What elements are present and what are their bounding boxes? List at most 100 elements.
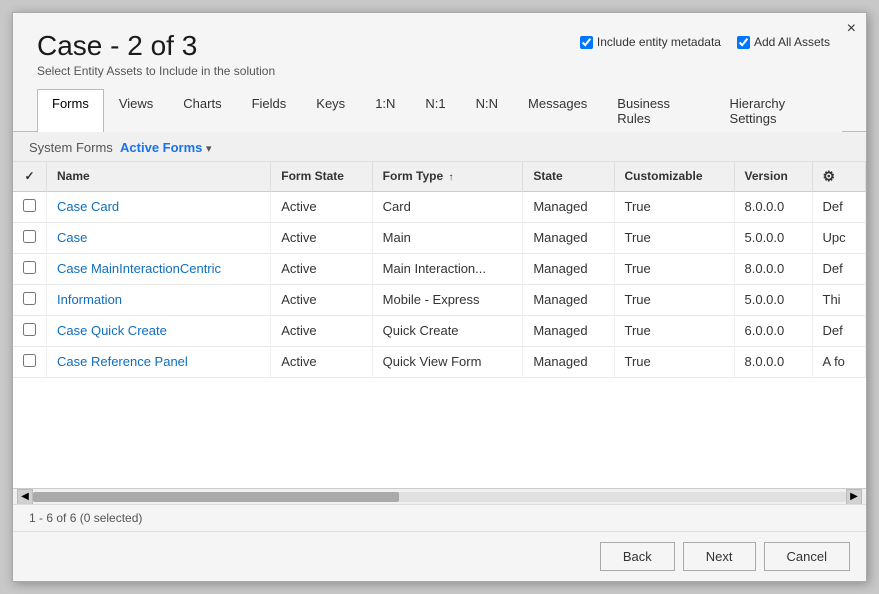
dialog-options: Include entity metadata Add All Assets bbox=[580, 35, 830, 49]
tab-bar: Forms Views Charts Fields Keys 1:N N:1 N… bbox=[13, 88, 866, 132]
row-name[interactable]: Case Quick Create bbox=[47, 315, 271, 346]
row-extra: A fo bbox=[812, 346, 866, 377]
tab-fields[interactable]: Fields bbox=[237, 89, 302, 132]
row-form-type: Quick View Form bbox=[372, 346, 523, 377]
next-button[interactable]: Next bbox=[683, 542, 756, 571]
scroll-left-button[interactable]: ◀ bbox=[17, 489, 33, 505]
col-check: ✓ bbox=[13, 162, 47, 192]
table-row: Case Card Active Card Managed True 8.0.0… bbox=[13, 191, 866, 222]
row-checkbox-cell[interactable] bbox=[13, 222, 47, 253]
table-row: Case Quick Create Active Quick Create Ma… bbox=[13, 315, 866, 346]
forms-table: ✓ Name Form State Form Type ↑ State Cust… bbox=[13, 162, 866, 378]
col-customizable[interactable]: Customizable bbox=[614, 162, 734, 192]
col-version[interactable]: Version bbox=[734, 162, 812, 192]
filter-dropdown-arrow[interactable]: ▾ bbox=[206, 143, 212, 155]
row-version: 6.0.0.0 bbox=[734, 315, 812, 346]
table-header-row: ✓ Name Form State Form Type ↑ State Cust… bbox=[13, 162, 866, 192]
tab-views[interactable]: Views bbox=[104, 89, 168, 132]
col-settings[interactable]: ⚙ bbox=[812, 162, 866, 192]
content-area: System Forms Active Forms ▾ ✓ Name Form … bbox=[13, 132, 866, 531]
include-metadata-label: Include entity metadata bbox=[597, 35, 721, 49]
row-checkbox[interactable] bbox=[23, 292, 36, 305]
table-row: Case Reference Panel Active Quick View F… bbox=[13, 346, 866, 377]
row-customizable: True bbox=[614, 346, 734, 377]
row-state: Managed bbox=[523, 253, 614, 284]
row-extra: Thi bbox=[812, 284, 866, 315]
tab-forms[interactable]: Forms bbox=[37, 89, 104, 132]
include-metadata-option[interactable]: Include entity metadata bbox=[580, 35, 721, 49]
row-form-type: Main bbox=[372, 222, 523, 253]
row-version: 8.0.0.0 bbox=[734, 191, 812, 222]
table-row: Case MainInteractionCentric Active Main … bbox=[13, 253, 866, 284]
row-customizable: True bbox=[614, 222, 734, 253]
tab-charts[interactable]: Charts bbox=[168, 89, 236, 132]
tab-hierarchy-settings[interactable]: Hierarchy Settings bbox=[715, 89, 842, 132]
row-customizable: True bbox=[614, 284, 734, 315]
row-form-type: Main Interaction... bbox=[372, 253, 523, 284]
row-state: Managed bbox=[523, 191, 614, 222]
row-name[interactable]: Case Reference Panel bbox=[47, 346, 271, 377]
cancel-button[interactable]: Cancel bbox=[764, 542, 850, 571]
row-form-type: Mobile - Express bbox=[372, 284, 523, 315]
horizontal-scrollbar: ◀ ▶ bbox=[13, 488, 866, 504]
add-all-assets-option[interactable]: Add All Assets bbox=[737, 35, 830, 49]
row-form-state: Active bbox=[271, 284, 372, 315]
col-state[interactable]: State bbox=[523, 162, 614, 192]
dialog-header: Case - 2 of 3 Select Entity Assets to In… bbox=[13, 13, 866, 88]
tab-keys[interactable]: Keys bbox=[301, 89, 360, 132]
row-name[interactable]: Case Card bbox=[47, 191, 271, 222]
main-dialog: × Case - 2 of 3 Select Entity Assets to … bbox=[12, 12, 867, 582]
row-form-state: Active bbox=[271, 346, 372, 377]
table-row: Information Active Mobile - Express Mana… bbox=[13, 284, 866, 315]
row-name[interactable]: Case bbox=[47, 222, 271, 253]
row-state: Managed bbox=[523, 222, 614, 253]
tab-messages[interactable]: Messages bbox=[513, 89, 602, 132]
row-version: 5.0.0.0 bbox=[734, 284, 812, 315]
row-extra: Def bbox=[812, 253, 866, 284]
row-version: 8.0.0.0 bbox=[734, 346, 812, 377]
row-form-type: Card bbox=[372, 191, 523, 222]
row-state: Managed bbox=[523, 284, 614, 315]
close-button[interactable]: × bbox=[847, 21, 856, 37]
col-form-state[interactable]: Form State bbox=[271, 162, 372, 192]
row-name[interactable]: Case MainInteractionCentric bbox=[47, 253, 271, 284]
tab-business-rules[interactable]: Business Rules bbox=[602, 89, 714, 132]
table-container: ✓ Name Form State Form Type ↑ State Cust… bbox=[13, 162, 866, 488]
row-checkbox-cell[interactable] bbox=[13, 253, 47, 284]
row-form-state: Active bbox=[271, 191, 372, 222]
row-checkbox-cell[interactable] bbox=[13, 284, 47, 315]
row-state: Managed bbox=[523, 315, 614, 346]
col-form-type[interactable]: Form Type ↑ bbox=[372, 162, 523, 192]
row-customizable: True bbox=[614, 315, 734, 346]
row-extra: Def bbox=[812, 315, 866, 346]
scroll-thumb[interactable] bbox=[33, 492, 399, 502]
row-checkbox[interactable] bbox=[23, 323, 36, 336]
row-name[interactable]: Information bbox=[47, 284, 271, 315]
row-checkbox[interactable] bbox=[23, 261, 36, 274]
back-button[interactable]: Back bbox=[600, 542, 675, 571]
add-all-assets-label: Add All Assets bbox=[754, 35, 830, 49]
tab-1n[interactable]: 1:N bbox=[360, 89, 410, 132]
row-form-state: Active bbox=[271, 253, 372, 284]
scroll-right-button[interactable]: ▶ bbox=[846, 489, 862, 505]
scroll-track[interactable] bbox=[33, 492, 846, 502]
row-checkbox[interactable] bbox=[23, 354, 36, 367]
tab-n1[interactable]: N:1 bbox=[410, 89, 460, 132]
row-checkbox[interactable] bbox=[23, 230, 36, 243]
row-form-state: Active bbox=[271, 222, 372, 253]
active-filter-label[interactable]: Active Forms bbox=[120, 140, 202, 155]
system-forms-label: System Forms bbox=[29, 140, 113, 155]
row-form-state: Active bbox=[271, 315, 372, 346]
row-checkbox-cell[interactable] bbox=[13, 191, 47, 222]
status-bar: 1 - 6 of 6 (0 selected) bbox=[13, 504, 866, 531]
row-version: 5.0.0.0 bbox=[734, 222, 812, 253]
tab-nn[interactable]: N:N bbox=[461, 89, 513, 132]
include-metadata-checkbox[interactable] bbox=[580, 36, 593, 49]
row-checkbox-cell[interactable] bbox=[13, 346, 47, 377]
row-checkbox-cell[interactable] bbox=[13, 315, 47, 346]
row-state: Managed bbox=[523, 346, 614, 377]
col-name[interactable]: Name bbox=[47, 162, 271, 192]
row-checkbox[interactable] bbox=[23, 199, 36, 212]
add-all-assets-checkbox[interactable] bbox=[737, 36, 750, 49]
row-customizable: True bbox=[614, 253, 734, 284]
